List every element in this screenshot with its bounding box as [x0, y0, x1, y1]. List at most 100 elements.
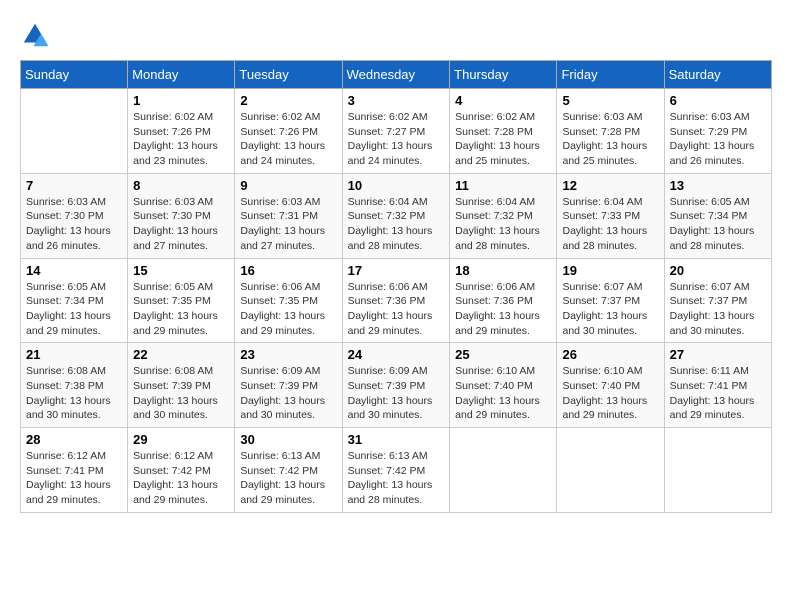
day-info: Sunrise: 6:13 AMSunset: 7:42 PMDaylight:…	[348, 449, 445, 508]
day-info: Sunrise: 6:03 AMSunset: 7:30 PMDaylight:…	[133, 195, 229, 254]
day-info: Sunrise: 6:02 AMSunset: 7:28 PMDaylight:…	[455, 110, 551, 169]
calendar-week-row: 28 Sunrise: 6:12 AMSunset: 7:41 PMDayligh…	[21, 428, 772, 513]
calendar-cell: 28 Sunrise: 6:12 AMSunset: 7:41 PMDayligh…	[21, 428, 128, 513]
day-info: Sunrise: 6:11 AMSunset: 7:41 PMDaylight:…	[670, 364, 766, 423]
day-info: Sunrise: 6:13 AMSunset: 7:42 PMDaylight:…	[240, 449, 336, 508]
day-number: 14	[26, 263, 122, 278]
calendar-cell: 2 Sunrise: 6:02 AMSunset: 7:26 PMDaylight…	[235, 89, 342, 174]
day-info: Sunrise: 6:06 AMSunset: 7:36 PMDaylight:…	[455, 280, 551, 339]
day-info: Sunrise: 6:07 AMSunset: 7:37 PMDaylight:…	[562, 280, 658, 339]
day-number: 17	[348, 263, 445, 278]
weekday-header: Sunday	[21, 61, 128, 89]
day-number: 5	[562, 93, 658, 108]
day-info: Sunrise: 6:12 AMSunset: 7:42 PMDaylight:…	[133, 449, 229, 508]
calendar-cell: 15 Sunrise: 6:05 AMSunset: 7:35 PMDayligh…	[128, 258, 235, 343]
calendar-cell: 5Sunrise: 6:03 AMSunset: 7:28 PMDaylight…	[557, 89, 664, 174]
day-info: Sunrise: 6:04 AMSunset: 7:32 PMDaylight:…	[348, 195, 445, 254]
calendar-cell: 16 Sunrise: 6:06 AMSunset: 7:35 PMDayligh…	[235, 258, 342, 343]
calendar-cell: 17 Sunrise: 6:06 AMSunset: 7:36 PMDayligh…	[342, 258, 450, 343]
day-number: 26	[562, 347, 658, 362]
calendar-cell: 30 Sunrise: 6:13 AMSunset: 7:42 PMDayligh…	[235, 428, 342, 513]
calendar-cell: 29 Sunrise: 6:12 AMSunset: 7:42 PMDayligh…	[128, 428, 235, 513]
day-info: Sunrise: 6:06 AMSunset: 7:36 PMDaylight:…	[348, 280, 445, 339]
day-number: 3	[348, 93, 445, 108]
calendar-cell	[21, 89, 128, 174]
day-info: Sunrise: 6:03 AMSunset: 7:29 PMDaylight:…	[670, 110, 766, 169]
day-info: Sunrise: 6:02 AMSunset: 7:26 PMDaylight:…	[240, 110, 336, 169]
calendar-table: SundayMondayTuesdayWednesdayThursdayFrid…	[20, 60, 772, 513]
day-info: Sunrise: 6:10 AMSunset: 7:40 PMDaylight:…	[455, 364, 551, 423]
calendar-cell: 9 Sunrise: 6:03 AMSunset: 7:31 PMDaylight…	[235, 173, 342, 258]
calendar-cell: 12 Sunrise: 6:04 AMSunset: 7:33 PMDayligh…	[557, 173, 664, 258]
day-info: Sunrise: 6:12 AMSunset: 7:41 PMDaylight:…	[26, 449, 122, 508]
calendar-cell: 26Sunrise: 6:10 AMSunset: 7:40 PMDayligh…	[557, 343, 664, 428]
day-number: 29	[133, 432, 229, 447]
calendar-cell: 7Sunrise: 6:03 AMSunset: 7:30 PMDaylight…	[21, 173, 128, 258]
day-number: 31	[348, 432, 445, 447]
calendar-cell: 19 Sunrise: 6:07 AMSunset: 7:37 PMDayligh…	[557, 258, 664, 343]
day-number: 18	[455, 263, 551, 278]
calendar-cell	[450, 428, 557, 513]
calendar-cell: 11 Sunrise: 6:04 AMSunset: 7:32 PMDayligh…	[450, 173, 557, 258]
calendar-cell: 27 Sunrise: 6:11 AMSunset: 7:41 PMDayligh…	[664, 343, 771, 428]
day-number: 20	[670, 263, 766, 278]
calendar-week-row: 1 Sunrise: 6:02 AMSunset: 7:26 PMDaylight…	[21, 89, 772, 174]
day-number: 23	[240, 347, 336, 362]
day-info: Sunrise: 6:04 AMSunset: 7:32 PMDaylight:…	[455, 195, 551, 254]
day-info: Sunrise: 6:08 AMSunset: 7:38 PMDaylight:…	[26, 364, 122, 423]
day-number: 24	[348, 347, 445, 362]
calendar-cell: 18 Sunrise: 6:06 AMSunset: 7:36 PMDayligh…	[450, 258, 557, 343]
calendar-cell: 8 Sunrise: 6:03 AMSunset: 7:30 PMDaylight…	[128, 173, 235, 258]
day-number: 30	[240, 432, 336, 447]
day-info: Sunrise: 6:03 AMSunset: 7:30 PMDaylight:…	[26, 195, 122, 254]
day-info: Sunrise: 6:05 AMSunset: 7:35 PMDaylight:…	[133, 280, 229, 339]
calendar-cell: 22 Sunrise: 6:08 AMSunset: 7:39 PMDayligh…	[128, 343, 235, 428]
logo-icon	[20, 20, 50, 50]
day-number: 13	[670, 178, 766, 193]
day-info: Sunrise: 6:05 AMSunset: 7:34 PMDaylight:…	[26, 280, 122, 339]
weekday-header: Tuesday	[235, 61, 342, 89]
logo	[20, 20, 54, 50]
day-number: 25	[455, 347, 551, 362]
day-number: 4	[455, 93, 551, 108]
day-number: 12	[562, 178, 658, 193]
calendar-cell: 10 Sunrise: 6:04 AMSunset: 7:32 PMDayligh…	[342, 173, 450, 258]
day-number: 16	[240, 263, 336, 278]
day-number: 9	[240, 178, 336, 193]
calendar-cell: 31 Sunrise: 6:13 AMSunset: 7:42 PMDayligh…	[342, 428, 450, 513]
day-info: Sunrise: 6:03 AMSunset: 7:31 PMDaylight:…	[240, 195, 336, 254]
calendar-cell: 25 Sunrise: 6:10 AMSunset: 7:40 PMDayligh…	[450, 343, 557, 428]
calendar-cell: 1 Sunrise: 6:02 AMSunset: 7:26 PMDaylight…	[128, 89, 235, 174]
weekday-header: Friday	[557, 61, 664, 89]
day-info: Sunrise: 6:02 AMSunset: 7:26 PMDaylight:…	[133, 110, 229, 169]
weekday-header: Saturday	[664, 61, 771, 89]
day-info: Sunrise: 6:08 AMSunset: 7:39 PMDaylight:…	[133, 364, 229, 423]
day-info: Sunrise: 6:07 AMSunset: 7:37 PMDaylight:…	[670, 280, 766, 339]
day-number: 28	[26, 432, 122, 447]
day-number: 6	[670, 93, 766, 108]
day-number: 10	[348, 178, 445, 193]
calendar-week-row: 14 Sunrise: 6:05 AMSunset: 7:34 PMDayligh…	[21, 258, 772, 343]
calendar-week-row: 21Sunrise: 6:08 AMSunset: 7:38 PMDayligh…	[21, 343, 772, 428]
calendar-cell	[664, 428, 771, 513]
day-info: Sunrise: 6:06 AMSunset: 7:35 PMDaylight:…	[240, 280, 336, 339]
day-number: 22	[133, 347, 229, 362]
day-number: 8	[133, 178, 229, 193]
calendar-cell: 3 Sunrise: 6:02 AMSunset: 7:27 PMDaylight…	[342, 89, 450, 174]
calendar-cell: 23Sunrise: 6:09 AMSunset: 7:39 PMDayligh…	[235, 343, 342, 428]
weekday-header: Monday	[128, 61, 235, 89]
day-number: 19	[562, 263, 658, 278]
calendar-cell	[557, 428, 664, 513]
day-number: 1	[133, 93, 229, 108]
day-number: 27	[670, 347, 766, 362]
day-number: 2	[240, 93, 336, 108]
day-info: Sunrise: 6:04 AMSunset: 7:33 PMDaylight:…	[562, 195, 658, 254]
calendar-cell: 20 Sunrise: 6:07 AMSunset: 7:37 PMDayligh…	[664, 258, 771, 343]
weekday-header: Thursday	[450, 61, 557, 89]
day-info: Sunrise: 6:02 AMSunset: 7:27 PMDaylight:…	[348, 110, 445, 169]
calendar-week-row: 7Sunrise: 6:03 AMSunset: 7:30 PMDaylight…	[21, 173, 772, 258]
day-info: Sunrise: 6:09 AMSunset: 7:39 PMDaylight:…	[348, 364, 445, 423]
calendar-cell: 6 Sunrise: 6:03 AMSunset: 7:29 PMDaylight…	[664, 89, 771, 174]
day-number: 11	[455, 178, 551, 193]
day-number: 15	[133, 263, 229, 278]
